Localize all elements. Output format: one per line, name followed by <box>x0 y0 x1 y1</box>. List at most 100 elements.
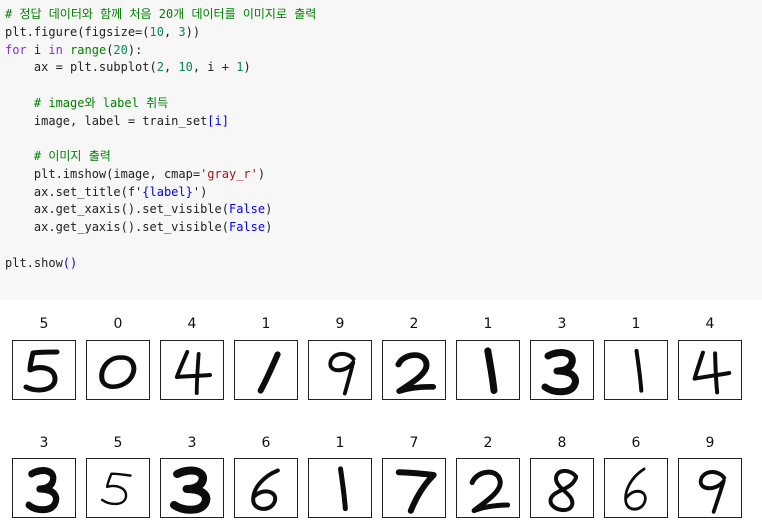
digit-title-15: 1 <box>335 435 345 451</box>
handwritten-digit-glyph <box>99 355 137 389</box>
digit-image-8 <box>530 340 594 400</box>
code-token: 10 <box>149 24 164 39</box>
digit-image-10 <box>678 340 742 400</box>
handwritten-digit-glyph <box>338 466 348 512</box>
digit-title-19: 6 <box>631 435 641 451</box>
handwritten-digit-glyph <box>169 466 211 514</box>
digit-image-15 <box>308 458 372 518</box>
digit-title-1: 5 <box>39 316 49 332</box>
handwritten-digit-glyph <box>692 350 732 395</box>
code-token: ) <box>265 202 273 217</box>
digit-title-10: 4 <box>705 316 715 332</box>
code-line: ax.set_title(f'{label}') <box>5 184 316 202</box>
digit-stroke <box>169 466 211 514</box>
handwritten-digit-glyph <box>469 469 511 514</box>
code-line: image, label = train_set[i] <box>5 113 316 131</box>
digit-title-14: 6 <box>261 435 271 451</box>
digit-title-12: 5 <box>113 435 123 451</box>
code-line: plt.imshow(image, cmap='gray_r') <box>5 166 316 184</box>
handwritten-digit-glyph <box>624 467 647 511</box>
code-token: ) <box>265 220 273 234</box>
code-token: 'gray_r' <box>200 166 258 181</box>
digit-stroke <box>624 467 647 511</box>
digit-title-7: 1 <box>483 316 493 332</box>
digit-image-12 <box>86 458 150 518</box>
digit-stroke <box>338 466 348 512</box>
handwritten-digit-glyph <box>395 469 437 514</box>
digit-image-9 <box>604 340 668 400</box>
code-cell[interactable]: # 정답 데이터와 함께 처음 20개 데이터를 이미지로 출력 plt.figu… <box>0 0 762 300</box>
code-line: plt.show() <box>5 255 316 273</box>
digit-image-3 <box>160 340 224 400</box>
digit-image-11 <box>12 458 76 518</box>
code-token: [i] <box>207 113 229 128</box>
code-token: # 정답 데이터와 함께 처음 20개 데이터를 이미지로 출력 <box>5 7 317 21</box>
code-token: , <box>163 60 179 75</box>
code-line: # 이미지 출력 <box>5 148 316 166</box>
code-token: , i + <box>192 60 237 75</box>
handwritten-digit-glyph <box>484 347 498 394</box>
code-token: # image와 label 취득 <box>5 95 169 110</box>
digit-image-14 <box>234 458 298 518</box>
code-line: plt.figure(figsize=(10, 3)) <box>5 24 316 42</box>
digit-image-5 <box>308 340 372 400</box>
code-token: i <box>26 42 49 57</box>
code-token: 2 <box>156 60 164 75</box>
code-token: False <box>228 202 266 217</box>
digit-title-2: 0 <box>113 316 123 332</box>
digit-title-6: 2 <box>409 316 419 332</box>
code-line: ax.get_xaxis().set_visible(False) <box>5 201 316 219</box>
digit-image-4 <box>234 340 298 400</box>
digit-title-3: 4 <box>187 316 197 332</box>
digit-image-18 <box>530 458 594 518</box>
digit-title-20: 9 <box>705 435 715 451</box>
digit-stroke <box>395 352 437 394</box>
code-editor[interactable]: # 정답 데이터와 함께 처음 20개 데이터를 이미지로 출력 plt.figu… <box>5 6 316 272</box>
handwritten-digit-glyph <box>548 468 579 513</box>
digit-stroke <box>484 347 498 394</box>
digit-stroke <box>100 472 132 506</box>
code-token: plt.show <box>5 255 63 270</box>
code-token: # 이미지 출력 <box>5 149 111 163</box>
code-token: 10 <box>178 60 193 75</box>
code-token: ') <box>192 184 208 199</box>
code-token: plt.imshow(image, cmap= <box>5 166 201 181</box>
code-token: in <box>48 42 63 57</box>
handwritten-digit-glyph <box>328 351 356 396</box>
handwritten-digit-glyph <box>634 348 644 393</box>
digit-stroke <box>469 469 511 514</box>
digit-image-17 <box>456 458 520 518</box>
digit-stroke <box>328 351 356 396</box>
code-token: )) <box>185 24 201 39</box>
digit-stroke <box>548 468 579 513</box>
code-token: ) <box>243 60 251 75</box>
code-token: ax.get_xaxis().set_visible( <box>5 202 229 217</box>
code-token: 20 <box>113 42 128 57</box>
digit-title-11: 3 <box>39 435 49 451</box>
handwritten-digit-glyph <box>541 349 579 396</box>
code-line: # 정답 데이터와 함께 처음 20개 데이터를 이미지로 출력 <box>5 6 316 24</box>
digit-title-16: 7 <box>409 435 419 451</box>
code-token: ( <box>142 24 150 39</box>
digit-image-1 <box>12 340 76 400</box>
digit-stroke <box>251 468 280 511</box>
handwritten-digit-glyph <box>698 470 727 514</box>
code-token: ): <box>127 42 143 57</box>
digit-image-6 <box>382 340 446 400</box>
digit-stroke <box>194 352 201 395</box>
code-token: {label} <box>142 184 193 199</box>
digit-image-20 <box>678 458 742 518</box>
code-token: range <box>70 42 107 57</box>
code-token: ax.set_title(f' <box>5 184 143 199</box>
code-token: 3 <box>178 24 186 39</box>
cell-output: 5 0 4 1 9 2 1 3 1 4 3 5 3 6 1 7 2 8 6 9 <box>0 300 762 532</box>
digit-image-19 <box>604 458 668 518</box>
code-token: , <box>163 24 179 39</box>
code-token: ax.get_yaxis().set_visible( <box>5 220 229 234</box>
handwritten-digit-glyph <box>23 349 60 393</box>
handwritten-digit-glyph <box>174 350 212 395</box>
digit-stroke <box>541 349 579 396</box>
